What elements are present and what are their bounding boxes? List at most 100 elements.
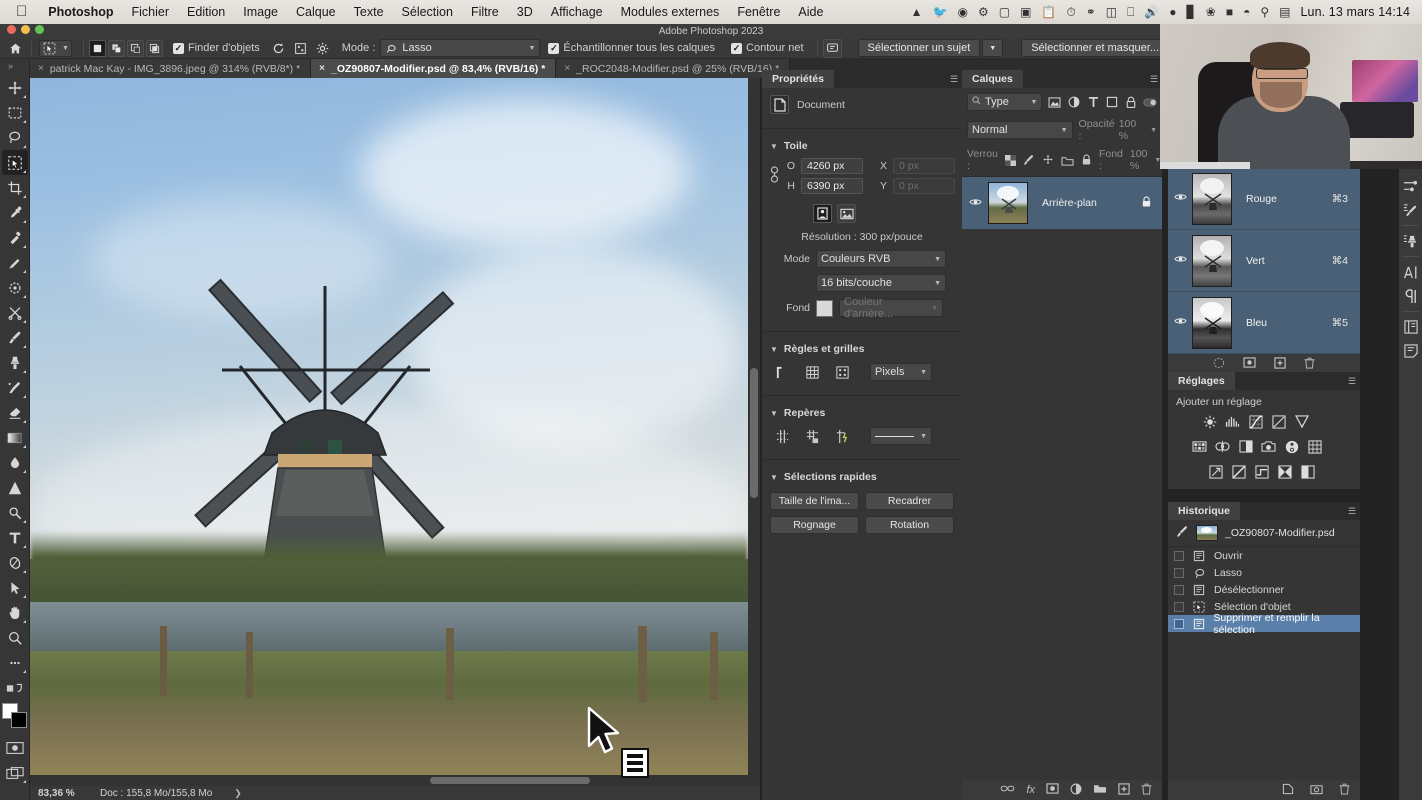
fill-value[interactable]: 100 % [1130,148,1148,172]
object-selection-tool[interactable] [2,150,28,175]
guide-style-select[interactable]: ▼ [870,427,932,445]
clipboard-icon[interactable]: 📋 [1041,5,1056,19]
chevron-down-icon[interactable]: ▼ [1150,127,1157,134]
grid-icon[interactable] [802,363,822,381]
menubar-clock[interactable]: Lun. 13 mars 14:14 [1300,5,1410,19]
menu-item-image[interactable]: Image [234,0,287,24]
lock-all-icon[interactable] [1081,151,1092,169]
lock-transparency-icon[interactable] [1005,151,1016,169]
menu-item-photoshop[interactable]: Photoshop [39,0,122,24]
edit-toolbar-icon[interactable] [2,675,28,700]
menu-item-modules-externes[interactable]: Modules externes [612,0,729,24]
quick-mask-icon[interactable] [2,735,28,760]
sample-all-layers-checkbox[interactable]: ✓ Échantillonner tous les calques [548,42,715,54]
type-filter-icon[interactable] [1086,93,1100,111]
new-document-from-state-icon[interactable] [1282,783,1294,798]
ruler-unit-select[interactable]: Pixels ▼ [870,363,932,381]
select-subject-dropdown[interactable]: ▼ [982,39,1003,57]
eyedropper-tool[interactable] [2,200,28,225]
channel-visibility-eye-icon[interactable] [1168,192,1192,205]
channel-row-vert[interactable]: Vert ⌘4 [1168,230,1360,292]
selective-color-icon[interactable] [1300,464,1315,479]
scissors-tool[interactable] [2,300,28,325]
object-finder-checkbox[interactable]: ✓ Finder d'objets [173,42,260,54]
lock-position-icon[interactable] [1042,151,1054,169]
adjustments-rail-icon[interactable] [1399,174,1422,198]
guides-clear-icon[interactable] [832,427,852,445]
canvas-height-input[interactable]: 6390 px [801,178,863,194]
volume-icon[interactable]: 🔊 [1144,5,1159,19]
hard-edge-checkbox[interactable]: ✓ Contour net [731,42,803,54]
menu-item-fichier[interactable]: Fichier [123,0,179,24]
crop-tool[interactable] [2,175,28,200]
history-brush-source-box[interactable] [1174,585,1184,595]
document-tab-1[interactable]: × patrick Mac Kay - IMG_3896.jpeg @ 314%… [30,59,311,78]
delete-layer-icon[interactable] [1141,783,1152,798]
mode-select[interactable]: Lasso ▼ [380,39,540,57]
battery-icon[interactable]: ■ [1226,5,1233,19]
color-balance-icon[interactable] [1215,439,1230,454]
record-red-icon[interactable]: ⚙ [978,5,989,19]
snapshot-thumbnail[interactable] [1196,525,1218,541]
current-tool-selector[interactable]: ▼ [39,40,72,57]
type-tool[interactable] [2,525,28,550]
direct-selection-tool[interactable] [2,575,28,600]
lock-artboard-icon[interactable] [1061,151,1074,169]
character-rail-icon[interactable] [1399,260,1422,284]
group-icon[interactable] [1093,783,1107,797]
guides-lock-icon[interactable] [802,427,822,445]
opacity-value[interactable]: 100 % [1119,118,1145,142]
image-size-button[interactable]: Taille de l'ima... [770,492,859,510]
close-window-button[interactable] [7,25,16,34]
layer-lock-icon[interactable] [1141,196,1152,211]
channel-row-bleu[interactable]: Bleu ⌘5 [1168,292,1360,354]
close-icon[interactable]: × [319,63,325,74]
hue-saturation-icon[interactable] [1192,439,1207,454]
screenshot-icon[interactable]: ▣ [1020,5,1031,19]
new-layer-icon[interactable] [1118,783,1130,798]
adjustment-layer-icon[interactable] [1070,783,1082,798]
crop-button[interactable]: Recadrer [865,492,954,510]
minimize-window-button[interactable] [21,25,30,34]
history-brush-source-box[interactable] [1174,568,1184,578]
channel-visibility-eye-icon[interactable] [1168,316,1192,329]
panel-menu-icon[interactable]: ☰ [946,70,962,88]
chevron-down-icon[interactable]: ▼ [770,142,778,151]
channel-row-rouge[interactable]: Rouge ⌘3 [1168,168,1360,230]
layer-name[interactable]: Arrière-plan [1042,197,1097,209]
history-brush-tool[interactable] [2,375,28,400]
quick-actions-section-header[interactable]: ▼ Sélections rapides [762,466,962,487]
home-icon[interactable] [4,39,26,58]
orientation-landscape-icon[interactable] [837,204,856,223]
pen-tool[interactable] [2,500,28,525]
fill-color-swatch[interactable] [816,300,833,317]
preview-icon[interactable] [290,39,312,58]
channel-visibility-eye-icon[interactable] [1168,254,1192,267]
blur-tool[interactable] [2,450,28,475]
hand-tool[interactable] [2,600,28,625]
filter-toggle-icon[interactable] [1142,93,1157,111]
rulers-icon[interactable] [772,363,792,381]
color-mode-select[interactable]: Couleurs RVB ▼ [816,250,946,268]
canvas-section-header[interactable]: ▼ Toile [762,135,962,156]
notes-rail-icon[interactable] [1399,339,1422,363]
pattern-grid-icon[interactable] [832,363,852,381]
panel-menu-icon[interactable]: ☰ [1344,372,1360,390]
menu-item-edition[interactable]: Edition [178,0,234,24]
tab-proprietes[interactable]: Propriétés [762,70,834,88]
brush-settings-rail-icon[interactable] [1399,198,1422,222]
bird-icon[interactable]: 🐦 [933,5,948,19]
dodge-tool[interactable] [2,475,28,500]
menu-item-3d[interactable]: 3D [508,0,542,24]
bit-depth-select[interactable]: 16 bits/couche ▼ [816,274,946,292]
red-eye-tool[interactable] [2,275,28,300]
history-brush-source-box[interactable] [1174,551,1184,561]
exposure-icon[interactable] [1271,414,1286,429]
gear-icon[interactable] [312,39,334,58]
color-lookup-icon[interactable] [1307,439,1322,454]
vlc-icon[interactable]: ▲ [911,5,923,19]
tab-calques[interactable]: Calques [962,70,1023,88]
canvas-width-input[interactable]: 4260 px [801,158,863,174]
image-canvas[interactable] [30,78,748,786]
history-snapshot-row[interactable]: _OZ90807-Modifier.psd [1168,520,1360,547]
